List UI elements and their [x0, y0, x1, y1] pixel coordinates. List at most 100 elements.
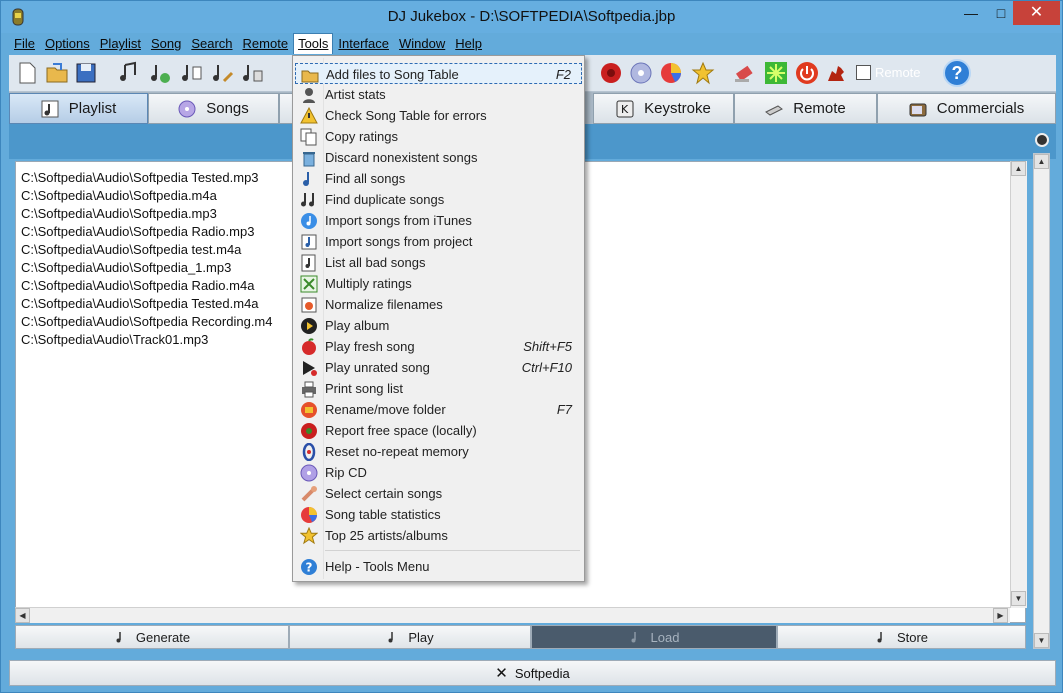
list-item[interactable]: C:\Softpedia\Audio\Softpedia Radio.mp3	[21, 223, 273, 241]
help-button[interactable]: ?	[943, 59, 971, 87]
menu-item-artist-stats[interactable]: Artist stats	[295, 84, 582, 105]
import-project-icon	[301, 234, 317, 250]
eraser-icon[interactable]	[733, 61, 757, 85]
list-item[interactable]: C:\Softpedia\Audio\Softpedia Tested.mp3	[21, 169, 273, 187]
menu-item-song-table-statistics[interactable]: Song table statistics	[295, 504, 582, 525]
list-item[interactable]: C:\Softpedia\Audio\Track01.mp3	[21, 331, 273, 349]
tab-commercials[interactable]: Commercials	[877, 93, 1056, 124]
cd-icon[interactable]	[629, 61, 653, 85]
menu-item-check-errors[interactable]: Check Song Table for errors	[295, 105, 582, 126]
list-item[interactable]: C:\Softpedia\Audio\Softpedia Radio.m4a	[21, 277, 273, 295]
power-icon[interactable]	[795, 61, 819, 85]
status-bar[interactable]: ✕ Softpedia	[9, 660, 1056, 686]
save-disk-icon[interactable]	[74, 61, 98, 85]
pie-chart-icon[interactable]	[659, 61, 683, 85]
menu-item-discard-nonexistent[interactable]: Discard nonexistent songs	[295, 147, 582, 168]
panel-toggle-knob[interactable]	[1035, 133, 1049, 147]
load-button[interactable]: Load	[531, 625, 777, 649]
menu-item-rename-move-folder[interactable]: Rename/move folder F7	[295, 399, 582, 420]
menu-help[interactable]: Help	[450, 33, 487, 54]
song-list-icon[interactable]	[179, 61, 203, 85]
list-item[interactable]: C:\Softpedia\Audio\Softpedia Tested.m4a	[21, 295, 273, 313]
list-item[interactable]: C:\Softpedia\Audio\Softpedia Recording.m…	[21, 313, 273, 331]
menu-item-top-25[interactable]: Top 25 artists/albums	[295, 525, 582, 546]
menu-options[interactable]: Options	[40, 33, 95, 54]
menu-item-find-duplicates[interactable]: Find duplicate songs	[295, 189, 582, 210]
menu-item-label: Play album	[325, 318, 390, 333]
close-button[interactable]: ✕	[1013, 1, 1060, 25]
scroll-up-arrow-icon[interactable]: ▲	[1011, 161, 1026, 176]
generate-button[interactable]: Generate	[15, 625, 289, 649]
minimize-button[interactable]: —	[956, 1, 986, 25]
svg-text:?: ?	[306, 561, 313, 575]
menu-window[interactable]: Window	[394, 33, 450, 54]
trash-icon	[303, 152, 315, 167]
free-space-icon	[301, 423, 317, 439]
menu-item-find-all-songs[interactable]: Find all songs	[295, 168, 582, 189]
scroll-left-arrow-icon[interactable]: ◀	[15, 608, 30, 623]
menu-song[interactable]: Song	[146, 33, 186, 54]
menu-item-play-fresh-song[interactable]: Play fresh song Shift+F5	[295, 336, 582, 357]
menu-item-multiply-ratings[interactable]: Multiply ratings	[295, 273, 582, 294]
menu-search[interactable]: Search	[186, 33, 237, 54]
menu-item-list-bad-songs[interactable]: List all bad songs	[295, 252, 582, 273]
menu-item-normalize-filenames[interactable]: Normalize filenames	[295, 294, 582, 315]
splat-icon[interactable]	[764, 61, 788, 85]
list-vertical-scrollbar[interactable]: ▲ ▼	[1010, 161, 1027, 608]
song-plus-icon[interactable]	[148, 61, 172, 85]
song-export-icon[interactable]	[240, 61, 264, 85]
open-folder-icon[interactable]	[45, 61, 69, 85]
play-button[interactable]: Play	[289, 625, 531, 649]
outer-scroll-up-arrow-icon[interactable]: ▲	[1034, 154, 1049, 169]
menu-item-import-project[interactable]: Import songs from project	[295, 231, 582, 252]
list-item[interactable]: C:\Softpedia\Audio\Softpedia.m4a	[21, 187, 273, 205]
menu-item-label: Print song list	[325, 381, 404, 396]
menu-item-help-tools[interactable]: ? Help - Tools Menu	[295, 556, 582, 577]
menu-remote[interactable]: Remote	[238, 33, 294, 54]
song-add-icon[interactable]	[117, 61, 141, 85]
tab-playlist[interactable]: Playlist	[9, 93, 148, 124]
outer-scroll-down-arrow-icon[interactable]: ▼	[1034, 633, 1049, 648]
menu-item-add-files[interactable]: Add files to Song Table F2	[295, 63, 582, 84]
cd-icon	[178, 100, 196, 117]
menu-item-print-song-list[interactable]: Print song list	[295, 378, 582, 399]
svg-text:K: K	[621, 103, 629, 116]
scroll-right-arrow-icon[interactable]: ▶	[993, 608, 1008, 623]
menu-item-shortcut: F7	[556, 402, 572, 417]
menu-item-reset-no-repeat[interactable]: Reset no-repeat memory	[295, 441, 582, 462]
menu-item-label: Song table statistics	[325, 507, 441, 522]
remote-checkbox[interactable]	[856, 65, 871, 80]
menu-playlist[interactable]: Playlist	[95, 33, 146, 54]
close-panel-icon[interactable]: ✕	[495, 664, 508, 682]
star-icon[interactable]	[691, 61, 715, 85]
menu-item-import-itunes[interactable]: Import songs from iTunes	[295, 210, 582, 231]
record-icon[interactable]	[599, 61, 623, 85]
tab-remote[interactable]: Remote	[734, 93, 877, 124]
tab-songs[interactable]: Songs	[148, 93, 279, 124]
tab-hidden[interactable]	[279, 93, 293, 124]
scroll-down-arrow-icon[interactable]: ▼	[1011, 591, 1026, 606]
menu-interface[interactable]: Interface	[333, 33, 394, 54]
window-vertical-scrollbar[interactable]: ▲ ▼	[1033, 153, 1050, 649]
list-item[interactable]: C:\Softpedia\Audio\Softpedia_1.mp3	[21, 259, 273, 277]
new-file-icon[interactable]	[15, 61, 39, 85]
menu-item-select-certain-songs[interactable]: Select certain songs	[295, 483, 582, 504]
menu-item-copy-ratings[interactable]: Copy ratings	[295, 126, 582, 147]
menu-item-report-free-space[interactable]: Report free space (locally)	[295, 420, 582, 441]
list-item[interactable]: C:\Softpedia\Audio\Softpedia test.m4a	[21, 241, 273, 259]
list-horizontal-scrollbar[interactable]: ◀ ▶	[15, 607, 1010, 623]
menu-file[interactable]: File	[9, 33, 40, 54]
menu-tools[interactable]: Tools	[293, 33, 334, 54]
keystroke-key-icon: K	[616, 100, 634, 117]
rooster-icon[interactable]	[824, 61, 848, 85]
tab-keystroke[interactable]: K Keystroke	[593, 93, 734, 124]
maximize-button[interactable]: □	[986, 1, 1016, 25]
song-edit-icon[interactable]	[210, 61, 234, 85]
store-button[interactable]: Store	[777, 625, 1026, 649]
list-item[interactable]: C:\Softpedia\Audio\Softpedia.mp3	[21, 205, 273, 223]
menu-item-play-album[interactable]: Play album	[295, 315, 582, 336]
menu-item-play-unrated-song[interactable]: Play unrated song Ctrl+F10	[295, 357, 582, 378]
menu-item-label: Check Song Table for errors	[325, 108, 487, 123]
menu-item-rip-cd[interactable]: Rip CD	[295, 462, 582, 483]
menu-item-label: Copy ratings	[325, 129, 398, 144]
